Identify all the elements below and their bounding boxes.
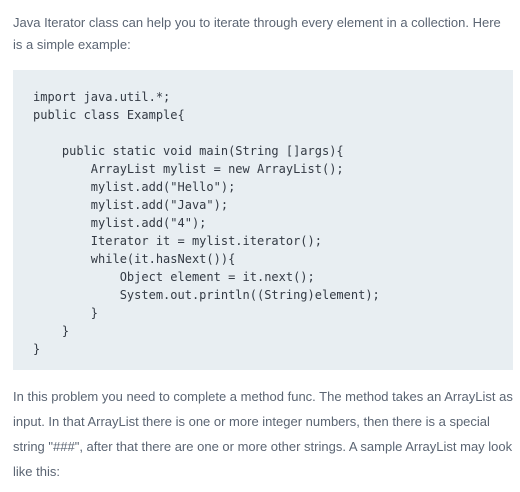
- code-line: import java.util.*;: [33, 90, 171, 104]
- code-line: }: [33, 324, 70, 338]
- code-line: Object element = it.next();: [33, 270, 315, 284]
- code-line: Iterator it = mylist.iterator();: [33, 234, 322, 248]
- code-line: while(it.hasNext()){: [33, 252, 236, 266]
- code-line: System.out.println((String)element);: [33, 288, 380, 302]
- code-line: mylist.add("Java");: [33, 198, 229, 212]
- code-line: mylist.add("Hello");: [33, 180, 236, 194]
- code-line: public static void main(String []args){: [33, 144, 344, 158]
- description-paragraph: In this problem you need to complete a m…: [13, 389, 513, 479]
- code-listing: import java.util.*; public class Example{…: [33, 88, 380, 358]
- intro-paragraph: Java Iterator class can help you to iter…: [13, 15, 501, 52]
- code-line: }: [33, 306, 99, 320]
- code-line: ArrayList mylist = new ArrayList();: [33, 162, 344, 176]
- code-line: }: [33, 342, 41, 356]
- code-line: mylist.add("4");: [33, 216, 207, 230]
- code-block: import java.util.*; public class Example{…: [13, 70, 513, 370]
- code-line: public class Example{: [33, 108, 185, 122]
